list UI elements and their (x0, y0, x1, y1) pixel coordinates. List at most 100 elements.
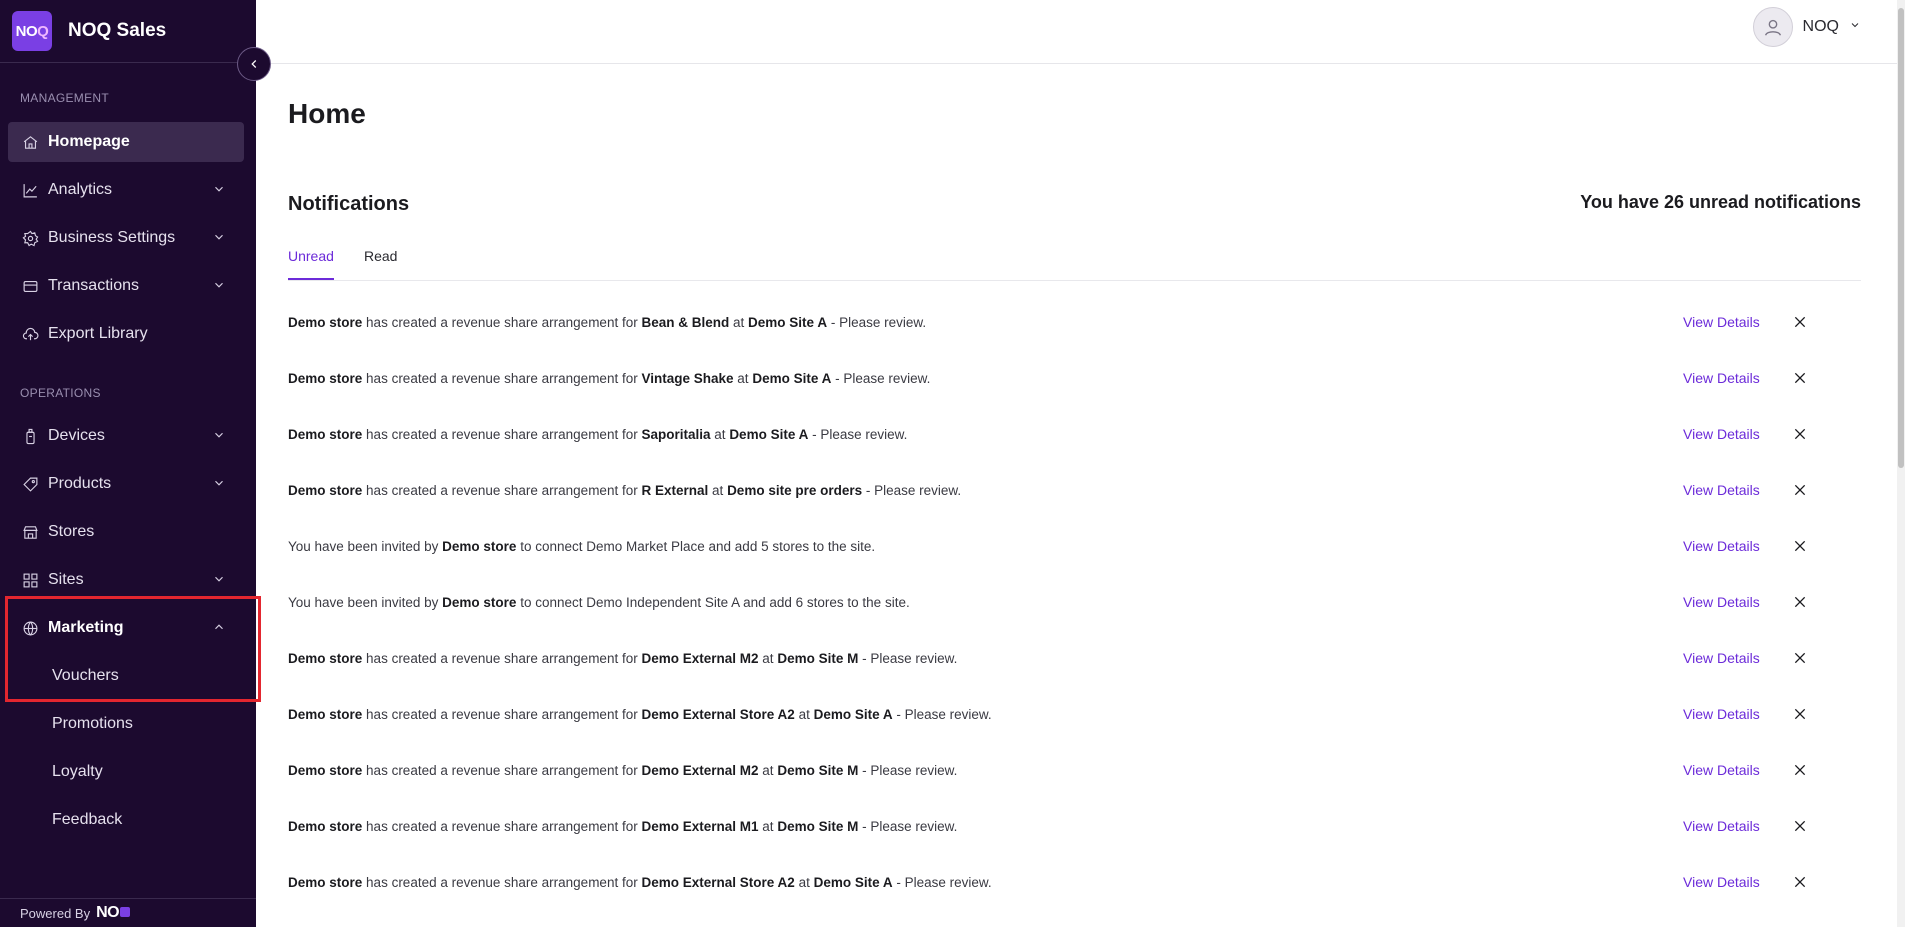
dismiss-notification-button[interactable] (1792, 538, 1808, 554)
sidebar-item-business-settings[interactable]: Business Settings (8, 218, 244, 258)
notification-actor: Demo store (442, 594, 517, 610)
sidebar-item-devices[interactable]: Devices (8, 416, 244, 456)
close-icon (1794, 820, 1806, 832)
dismiss-notification-button[interactable] (1792, 650, 1808, 666)
dismiss-notification-button[interactable] (1792, 314, 1808, 330)
view-details-link[interactable]: View Details (1683, 314, 1760, 330)
notification-tabs: Unread Read (288, 238, 1861, 281)
notification-text: Demo store has created a revenue share a… (288, 819, 957, 834)
notification-suffix: to connect Demo Independent Site A and a… (520, 594, 910, 610)
logo-text-a: NO (15, 22, 38, 40)
view-details-link[interactable]: View Details (1683, 818, 1760, 834)
notification-middle: has created a revenue share arrangement … (366, 874, 638, 890)
notification-suffix: - Please review. (830, 314, 927, 330)
notification-middle: has created a revenue share arrangement … (366, 706, 638, 722)
chevron-down-icon (212, 572, 228, 588)
sidebar-item-sites[interactable]: Sites (8, 560, 244, 600)
notification-middle: has created a revenue share arrangement … (366, 818, 638, 834)
sidebar-subitem-promotions[interactable]: Promotions (52, 715, 133, 733)
notification-row: You have been invited by Demo store to c… (288, 574, 1861, 630)
view-details-link[interactable]: View Details (1683, 482, 1760, 498)
top-bar: NOQ (256, 0, 1905, 64)
notification-middle: has created a revenue share arrangement … (366, 762, 638, 778)
sidebar-item-products[interactable]: Products (8, 464, 244, 504)
sidebar-item-label: Devices (48, 427, 105, 444)
notification-text: You have been invited by Demo store to c… (288, 595, 910, 610)
notification-site: Demo Site A (729, 426, 809, 442)
dismiss-notification-button[interactable] (1792, 370, 1808, 386)
notification-actor: Demo store (288, 482, 363, 498)
notification-row: Demo store has created a revenue share a… (288, 742, 1861, 798)
notification-text: Demo store has created a revenue share a… (288, 707, 992, 722)
view-details-link[interactable]: View Details (1683, 538, 1760, 554)
view-details-link[interactable]: View Details (1683, 874, 1760, 890)
notification-actor: Demo store (288, 762, 363, 778)
notification-row: Demo store has created a revenue share a… (288, 798, 1861, 854)
notification-store: R External (641, 482, 709, 498)
sidebar-subitem-feedback[interactable]: Feedback (52, 811, 122, 829)
notification-store: Vintage Shake (641, 370, 734, 386)
dismiss-notification-button[interactable] (1792, 762, 1808, 778)
sidebar-subitem-loyalty[interactable]: Loyalty (52, 763, 103, 781)
sidebar-item-analytics[interactable]: Analytics (8, 170, 244, 210)
page-title: Home (288, 98, 366, 129)
chevron-left-icon (251, 60, 257, 68)
sidebar-item-homepage[interactable]: Homepage (8, 122, 244, 162)
sidebar-item-transactions[interactable]: Transactions (8, 266, 244, 306)
notification-at: at (798, 706, 810, 722)
notification-site: Demo Site M (777, 818, 859, 834)
notification-middle: has created a revenue share arrangement … (366, 314, 638, 330)
close-icon (1794, 764, 1806, 776)
avatar[interactable] (1752, 7, 1793, 47)
dismiss-notification-button[interactable] (1792, 594, 1808, 610)
close-icon (1794, 540, 1806, 552)
notification-row: Demo store has created a revenue share a… (288, 406, 1861, 462)
notification-row: Demo store has created a revenue share a… (288, 630, 1861, 686)
powered-by-label: Powered By (20, 905, 91, 921)
close-icon (1794, 484, 1806, 496)
notification-store: Demo External M2 (641, 762, 759, 778)
dismiss-notification-button[interactable] (1792, 482, 1808, 498)
notification-actor: Demo store (288, 426, 363, 442)
user-name[interactable]: NOQ (1803, 18, 1839, 36)
notification-text: Demo store has created a revenue share a… (288, 651, 957, 666)
view-details-link[interactable]: View Details (1683, 370, 1760, 386)
notification-suffix: - Please review. (862, 818, 958, 834)
sidebar-item-label: Transactions (48, 277, 139, 294)
view-details-link[interactable]: View Details (1683, 426, 1760, 442)
notification-text: Demo store has created a revenue share a… (288, 763, 957, 778)
notification-site: Demo Site A (752, 370, 832, 386)
chevron-down-icon (212, 182, 228, 198)
tab-read[interactable]: Read (364, 248, 397, 278)
notification-actor: Demo store (288, 874, 363, 890)
user-menu[interactable]: NOQ (1752, 7, 1861, 47)
notification-site: Demo Site M (777, 650, 859, 666)
dismiss-notification-button[interactable] (1792, 706, 1808, 722)
sidebar-item-label: Sites (48, 571, 84, 588)
chevron-down-icon[interactable] (1849, 18, 1861, 36)
page-scrollbar[interactable] (1897, 0, 1905, 927)
tab-unread[interactable]: Unread (288, 248, 334, 280)
view-details-link[interactable]: View Details (1683, 762, 1760, 778)
logo-square-icon (120, 907, 131, 917)
notification-middle: has created a revenue share arrangement … (366, 482, 638, 498)
notification-actor: Demo store (288, 314, 363, 330)
sidebar-item-stores[interactable]: Stores (8, 512, 244, 552)
scrollbar-thumb[interactable] (1898, 8, 1904, 468)
notification-suffix: - Please review. (896, 706, 992, 722)
notification-at: at (714, 426, 726, 442)
notification-at: at (762, 650, 774, 666)
dismiss-notification-button[interactable] (1792, 426, 1808, 442)
noq-logo[interactable]: NO Q (12, 11, 52, 51)
highlight-box (5, 596, 261, 702)
sidebar-item-export-library[interactable]: Export Library (8, 314, 244, 354)
notification-row: Demo store has created a revenue share a… (288, 686, 1861, 742)
dismiss-notification-button[interactable] (1792, 874, 1808, 890)
sidebar-collapse-button[interactable] (237, 47, 271, 81)
notification-middle: has created a revenue share arrangement … (366, 370, 638, 386)
notification-suffix: - Please review. (835, 370, 931, 386)
view-details-link[interactable]: View Details (1683, 650, 1760, 666)
dismiss-notification-button[interactable] (1792, 818, 1808, 834)
view-details-link[interactable]: View Details (1683, 706, 1760, 722)
view-details-link[interactable]: View Details (1683, 594, 1760, 610)
